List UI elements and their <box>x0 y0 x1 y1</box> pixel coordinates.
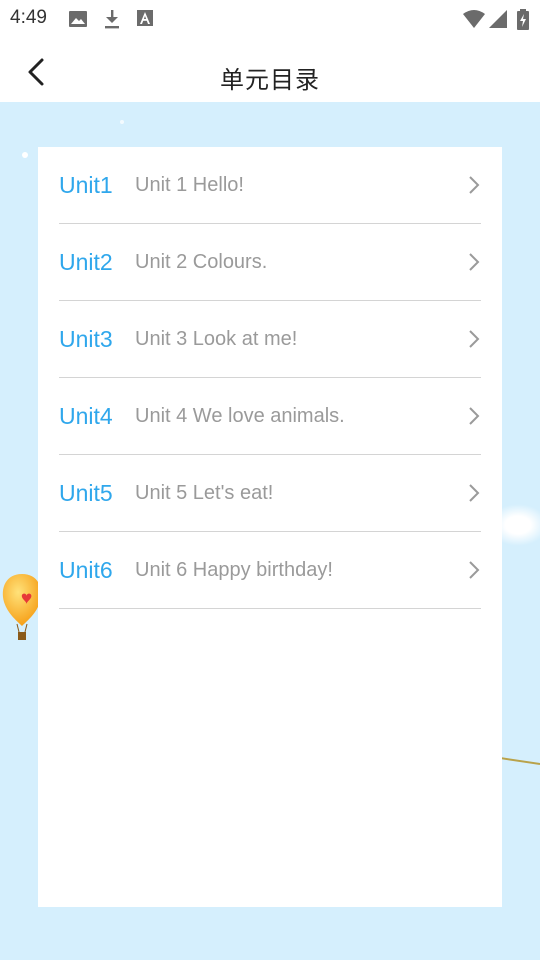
unit-row[interactable]: Unit6 Unit 6 Happy birthday! <box>59 532 481 609</box>
unit-row[interactable]: Unit3 Unit 3 Look at me! <box>59 301 481 378</box>
unit-row[interactable]: Unit4 Unit 4 We love animals. <box>59 378 481 455</box>
download-icon <box>105 10 119 29</box>
unit-row[interactable]: Unit2 Unit 2 Colours. <box>59 224 481 301</box>
header: 单元目录 <box>0 38 540 102</box>
status-bar: 4:49 <box>0 0 540 38</box>
sparkle <box>120 120 124 124</box>
rope <box>500 757 540 765</box>
unit-name: Unit 3 Look at me! <box>135 328 298 350</box>
unit-row[interactable]: Unit5 Unit 5 Let's eat! <box>59 455 481 532</box>
chevron-right-icon <box>469 176 480 194</box>
unit-list-card: Unit1 Unit 1 Hello! Unit2 Unit 2 Colours… <box>38 147 502 907</box>
unit-code: Unit3 <box>59 326 113 352</box>
unit-name: Unit 2 Colours. <box>135 251 268 273</box>
unit-list: Unit1 Unit 1 Hello! Unit2 Unit 2 Colours… <box>38 147 502 609</box>
status-time: 4:49 <box>10 7 47 28</box>
unit-code: Unit4 <box>59 403 113 429</box>
page-title: 单元目录 <box>220 66 320 94</box>
unit-name: Unit 1 Hello! <box>135 174 244 196</box>
chevron-right-icon <box>469 330 480 348</box>
battery-charging-icon <box>517 9 529 30</box>
unit-name: Unit 4 We love animals. <box>135 405 345 427</box>
image-icon <box>69 11 87 27</box>
unit-name: Unit 5 Let's eat! <box>135 482 274 504</box>
unit-name: Unit 6 Happy birthday! <box>135 559 333 581</box>
font-icon <box>137 10 153 26</box>
sparkle <box>22 152 28 158</box>
chevron-right-icon <box>469 561 480 579</box>
chevron-right-icon <box>469 253 480 271</box>
signal-icon <box>489 10 507 28</box>
unit-row[interactable]: Unit1 Unit 1 Hello! <box>59 147 481 224</box>
chevron-right-icon <box>469 407 480 425</box>
chevron-right-icon <box>469 484 480 502</box>
unit-code: Unit2 <box>59 249 113 275</box>
unit-code: Unit1 <box>59 172 113 198</box>
unit-code: Unit6 <box>59 557 113 583</box>
unit-code: Unit5 <box>59 480 113 506</box>
wifi-icon <box>463 10 485 28</box>
